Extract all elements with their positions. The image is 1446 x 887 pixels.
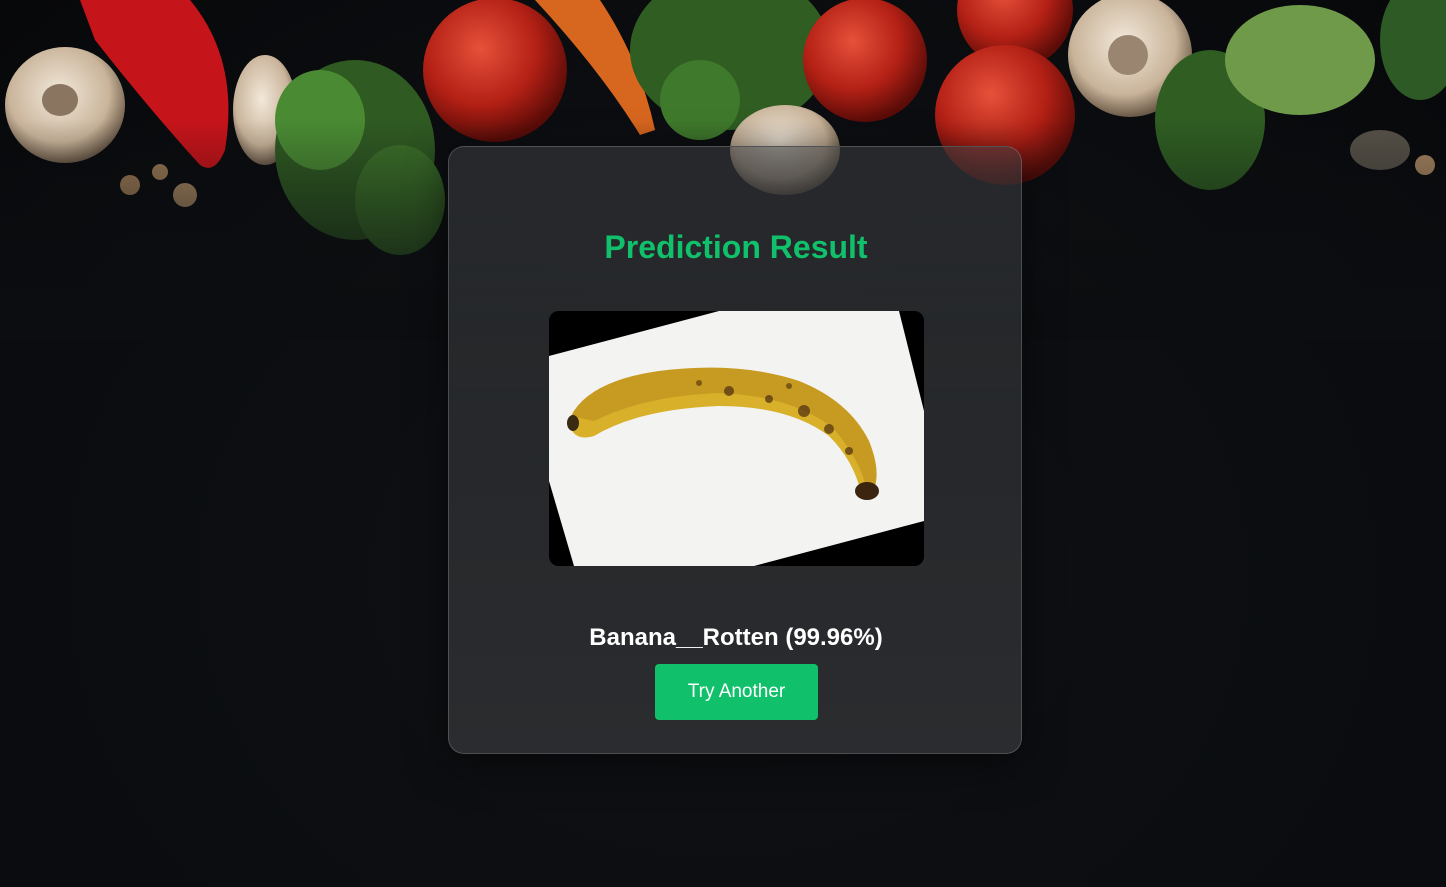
- prediction-card: Prediction Result Banana__Rotten (99.96%…: [448, 146, 1022, 754]
- prediction-result: Banana__Rotten (99.96%): [589, 624, 883, 651]
- page-title: Prediction Result: [604, 229, 868, 265]
- banana-photo: [549, 311, 924, 566]
- prediction-image: [549, 311, 924, 566]
- try-another-button[interactable]: Try Another: [655, 664, 818, 720]
